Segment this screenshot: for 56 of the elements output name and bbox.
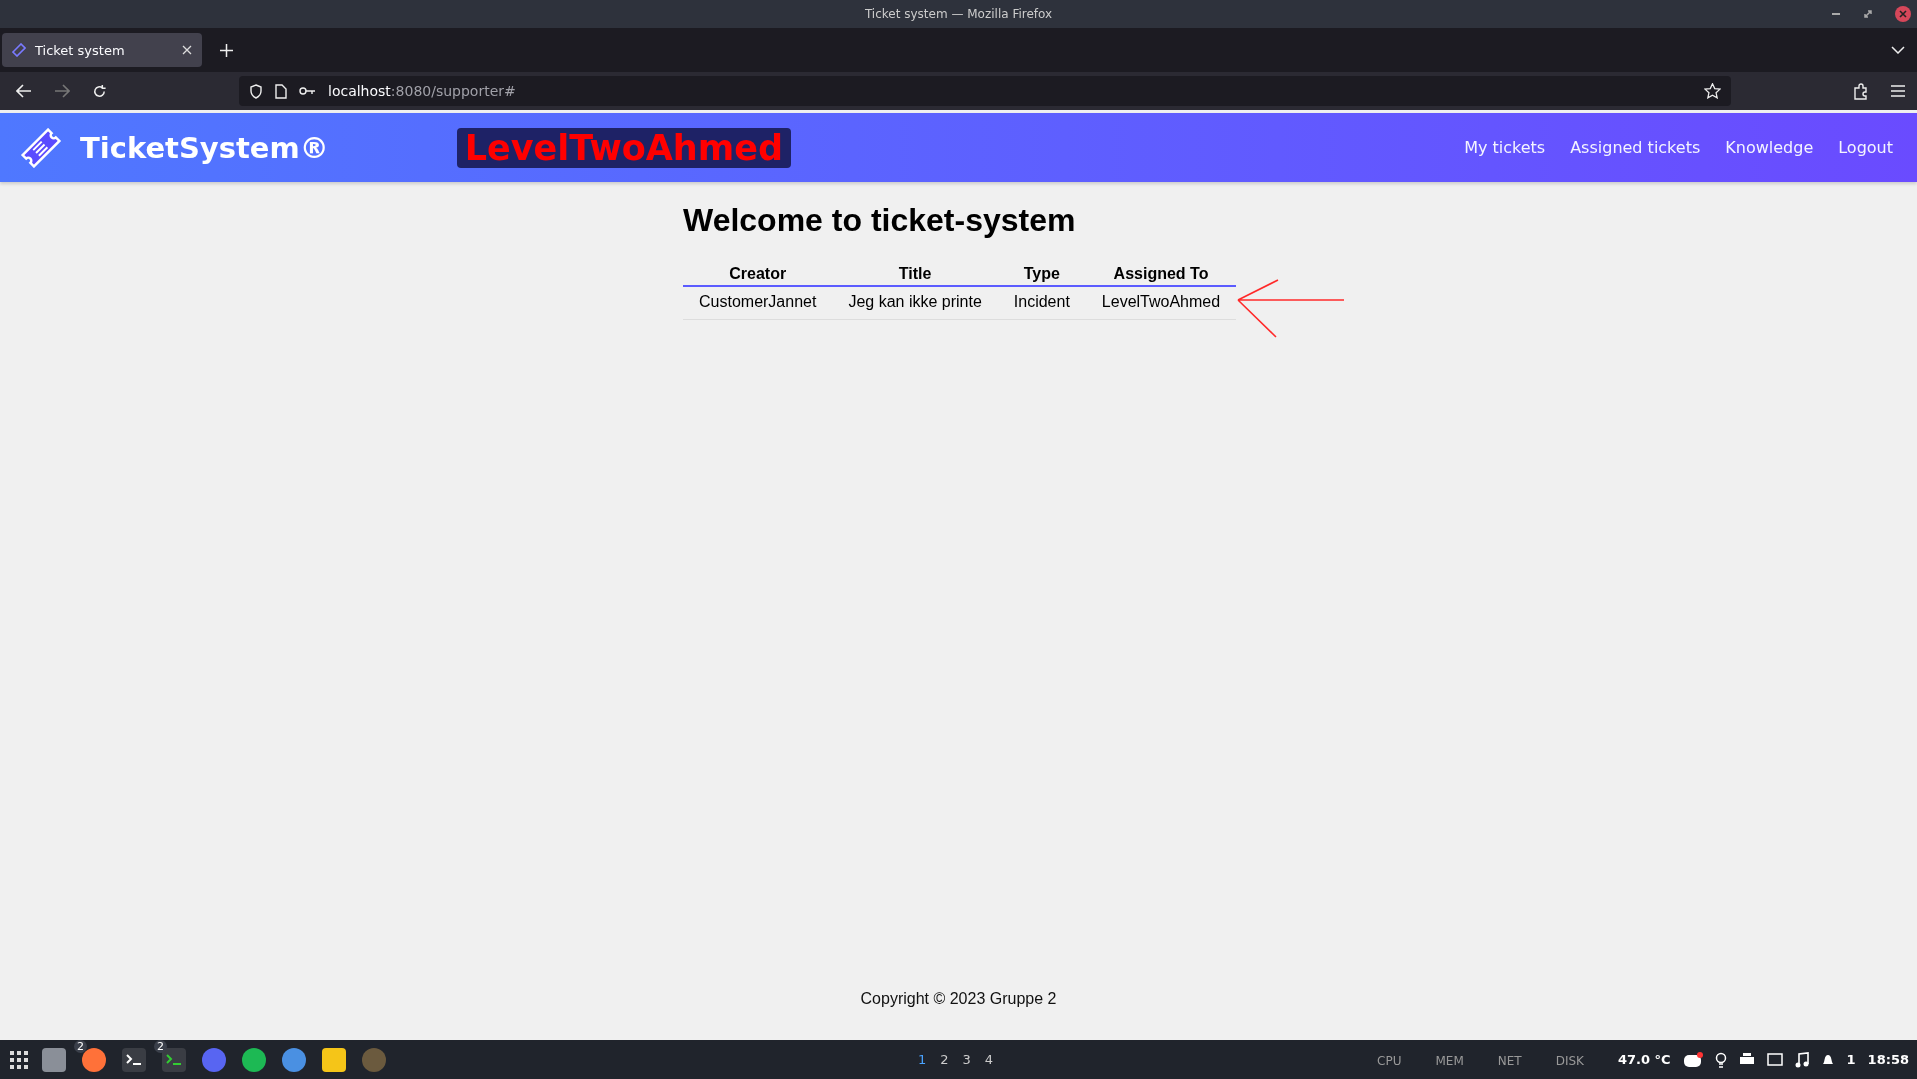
column-header: Type	[997, 261, 1086, 286]
puzzle-icon[interactable]	[1853, 82, 1869, 100]
clock-time: 18:58	[1867, 1052, 1909, 1067]
nav-link[interactable]: My tickets	[1464, 138, 1546, 157]
close-icon[interactable]	[1895, 6, 1911, 22]
app-badge: 2	[154, 1039, 167, 1053]
bulb-icon[interactable]	[1714, 1051, 1727, 1068]
column-header: Creator	[683, 261, 833, 286]
music-icon[interactable]	[1794, 1051, 1809, 1068]
star-icon[interactable]	[1704, 83, 1721, 99]
shield-icon	[249, 83, 263, 99]
address-bar[interactable]: localhost:8080/supporter#	[239, 76, 1731, 106]
monitor-label: MEM	[1435, 1053, 1464, 1068]
workspace-button[interactable]: 4	[984, 1052, 994, 1067]
window-title: Ticket system — Mozilla Firefox	[864, 7, 1053, 21]
app-icon[interactable]	[240, 1045, 268, 1074]
page-heading: Welcome to ticket-system	[683, 202, 1076, 239]
workspace-button[interactable]: 1	[918, 1052, 927, 1067]
restore-icon[interactable]	[1863, 9, 1873, 19]
table-cell: CustomerJannet	[683, 286, 833, 320]
table-cell: Incident	[997, 286, 1086, 320]
monitor-label: NET	[1497, 1053, 1522, 1068]
menu-icon[interactable]	[1891, 85, 1905, 97]
column-header: Title	[832, 261, 998, 286]
workspace-button[interactable]: 3	[962, 1052, 971, 1067]
table-cell: LevelTwoAhmed	[1085, 286, 1237, 320]
forward-icon[interactable]	[54, 84, 70, 98]
monitor-label: CPU	[1377, 1053, 1402, 1068]
nav-link[interactable]: Logout	[1838, 138, 1893, 157]
close-icon[interactable]	[182, 45, 192, 55]
notification-count: 1	[1846, 1052, 1856, 1067]
plus-icon[interactable]	[220, 43, 233, 57]
url-text: localhost:8080/supporter#	[328, 83, 516, 99]
nav-link[interactable]: Knowledge	[1725, 138, 1814, 157]
app-icon[interactable]	[120, 1045, 148, 1074]
nav-link[interactable]: Assigned tickets	[1570, 138, 1701, 157]
reload-icon[interactable]	[92, 83, 107, 99]
app-icon[interactable]	[320, 1045, 348, 1074]
screen-icon[interactable]	[1766, 1052, 1783, 1067]
brand-name[interactable]: TicketSystem®	[80, 130, 329, 165]
back-icon[interactable]	[16, 84, 32, 98]
app-badge: 2	[74, 1039, 87, 1053]
browser-tab[interactable]: Ticket system	[2, 33, 202, 67]
table-cell: Jeg kan ikke printe	[832, 286, 998, 320]
monitor-label: DISK	[1555, 1053, 1584, 1068]
ticket-logo-icon	[18, 127, 64, 168]
chevron-down-icon[interactable]	[1891, 46, 1905, 54]
temperature-text: 47.0 °C	[1617, 1052, 1671, 1067]
printer-icon[interactable]	[1738, 1052, 1755, 1067]
workspace-button[interactable]: 2	[940, 1052, 949, 1067]
page-icon	[275, 83, 287, 99]
user-name: LevelTwoAhmed	[456, 127, 792, 168]
key-icon	[299, 86, 316, 96]
column-header: Assigned To	[1085, 261, 1237, 286]
copyright-text: Copyright © 2023 Gruppe 2	[859, 990, 1058, 1009]
app-grid-icon[interactable]	[10, 1050, 28, 1069]
